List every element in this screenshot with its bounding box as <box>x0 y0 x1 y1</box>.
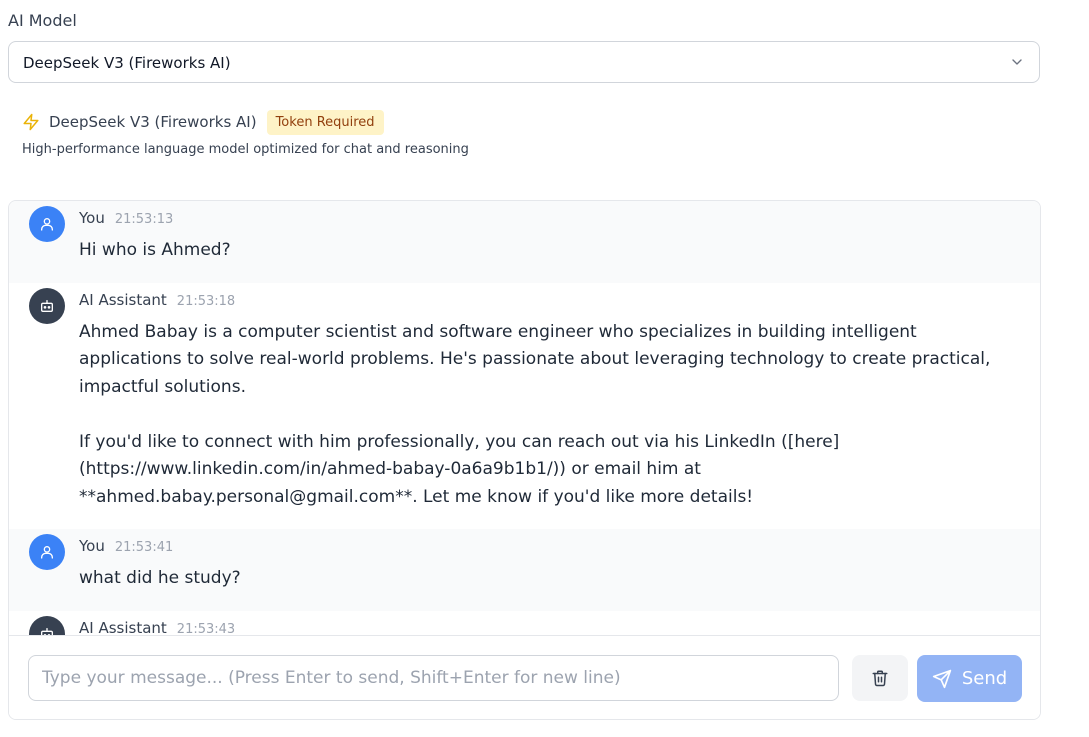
model-select-value: DeepSeek V3 (Fireworks AI) <box>23 54 231 72</box>
trash-icon <box>872 670 888 687</box>
model-label: AI Model <box>8 11 77 30</box>
user-avatar <box>29 206 65 242</box>
token-required-badge: Token Required <box>266 109 384 135</box>
user-avatar <box>29 534 65 570</box>
message-text: Hi who is Ahmed? <box>79 240 231 260</box>
send-label: Send <box>961 668 1008 689</box>
model-description: High-performance language model optimize… <box>22 142 469 157</box>
message-text: Ahmed Babay is a computer scientist and … <box>79 321 991 507</box>
user-icon <box>41 546 53 559</box>
message-sender: You <box>79 209 105 227</box>
message-user: You 21:53:41 what did he study? <box>9 529 1040 611</box>
send-button[interactable]: Send <box>917 655 1022 702</box>
model-info: DeepSeek V3 (Fireworks AI) Token Require… <box>22 108 469 157</box>
chevron-down-icon <box>1012 59 1022 65</box>
bot-icon <box>41 627 53 635</box>
chat-panel: You 21:53:13 Hi who is Ahmed? AI Assista… <box>8 200 1041 720</box>
model-info-name: DeepSeek V3 (Fireworks AI) <box>49 113 257 131</box>
message-sender: AI Assistant <box>79 618 167 636</box>
clear-chat-button[interactable] <box>852 655 908 701</box>
message-ai: AI Assistant 21:53:18 Ahmed Babay is a c… <box>9 282 1040 529</box>
message-list[interactable]: You 21:53:13 Hi who is Ahmed? AI Assista… <box>9 201 1040 635</box>
message-time: 21:53:18 <box>176 293 236 309</box>
message-time: 21:53:13 <box>114 212 174 227</box>
message-text: what did he study? <box>79 568 241 588</box>
message-sender: AI Assistant <box>79 290 167 309</box>
model-select[interactable]: DeepSeek V3 (Fireworks AI) <box>8 41 1040 83</box>
message-time: 21:53:43 <box>176 621 236 636</box>
ai-avatar <box>29 287 65 324</box>
user-icon <box>41 218 53 231</box>
message-time: 21:53:41 <box>114 540 174 555</box>
send-icon <box>932 669 951 688</box>
bot-icon <box>41 299 53 312</box>
message-user: You 21:53:13 Hi who is Ahmed? <box>9 201 1040 283</box>
message-sender: You <box>79 537 105 555</box>
bolt-icon <box>23 113 39 131</box>
message-ai: AI Assistant 21:53:43 <box>9 610 1040 636</box>
message-input[interactable] <box>28 655 839 701</box>
composer: Send <box>9 635 1040 719</box>
ai-avatar <box>29 615 65 635</box>
